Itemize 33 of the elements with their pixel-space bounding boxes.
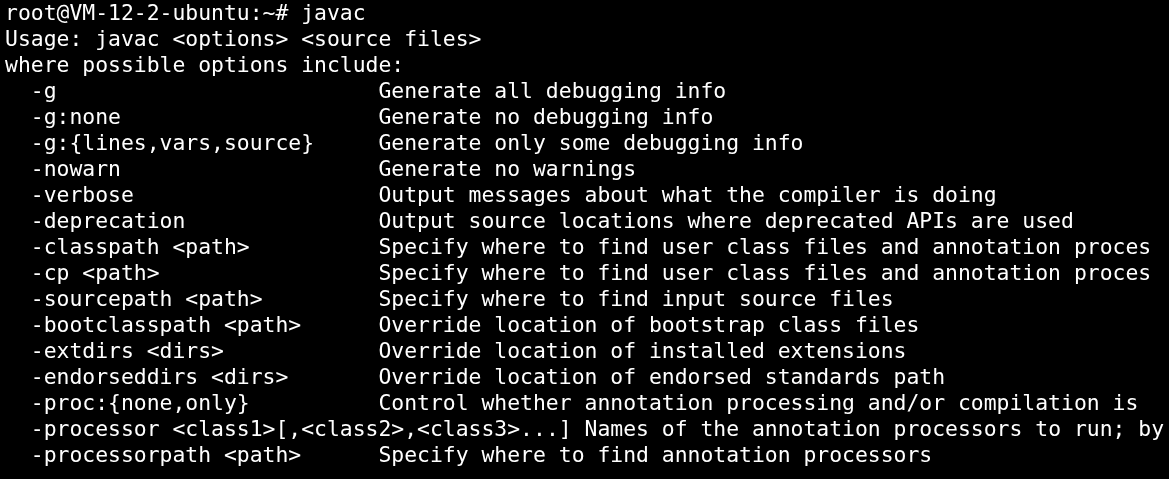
option-description: Names of the annotation processors to run; by: [584, 416, 1165, 442]
option-name: -sourcepath <path>: [30, 286, 264, 312]
option-name: -cp <path>: [30, 260, 161, 286]
option-description: Override location of endorsed standards path: [378, 364, 946, 390]
option-description: Output messages about what the compiler is doing: [378, 182, 997, 208]
option-description: Specify where to find input source files: [378, 286, 894, 312]
option-name: -g: [30, 78, 58, 104]
option-name: -extdirs <dirs>: [30, 338, 225, 364]
option-description: Control whether annotation processing and/or compilation is: [378, 390, 1139, 416]
option-name: -proc:{none,only}: [30, 390, 251, 416]
terminal-line: Usage: javac <options> <source files>: [5, 26, 482, 52]
terminal-line: root@VM-12-2-ubuntu:~# javac: [5, 0, 366, 26]
option-description: Specify where to find user class files and annotation proces: [378, 234, 1152, 260]
option-name: -verbose: [30, 182, 135, 208]
option-name: -classpath <path>: [30, 234, 251, 260]
terminal-line: where possible options include:: [5, 52, 405, 78]
option-description: Specify where to find annotation processors: [378, 442, 933, 468]
option-name: -bootclasspath <path>: [30, 312, 303, 338]
option-description: Specify where to find user class files and annotation proces: [378, 260, 1152, 286]
option-name: -g:{lines,vars,source}: [30, 130, 316, 156]
option-description: Generate only some debugging info: [378, 130, 804, 156]
option-description: Generate no debugging info: [378, 104, 714, 130]
option-name: -nowarn: [30, 156, 122, 182]
option-name: -endorseddirs <dirs>: [30, 364, 290, 390]
option-description: Override location of installed extensions: [378, 338, 907, 364]
option-description: Output source locations where deprecated APIs are used: [378, 208, 1074, 234]
option-name: -processor <class1>[,<class2>,<class3>...]: [30, 416, 572, 442]
option-description: Generate no warnings: [378, 156, 637, 182]
option-description: Override location of bootstrap class files: [378, 312, 920, 338]
option-name: -deprecation: [30, 208, 187, 234]
option-description: Generate all debugging info: [378, 78, 727, 104]
option-name: -processorpath <path>: [30, 442, 303, 468]
option-name: -g:none: [30, 104, 122, 130]
